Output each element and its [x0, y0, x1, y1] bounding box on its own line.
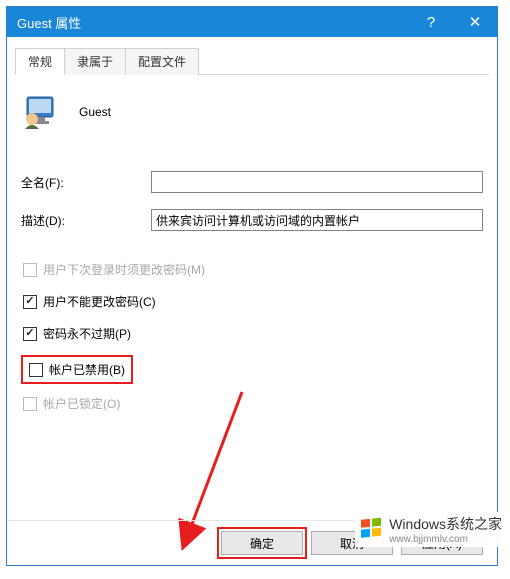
description-row: 描述(D):: [21, 209, 483, 231]
check-password-never-expires[interactable]: 密码永不过期(P): [21, 323, 483, 344]
user-name-label: Guest: [79, 105, 111, 119]
watermark-url: www.bjjmmlv.com: [389, 534, 502, 545]
properties-dialog: Guest 属性 ? ✕ 常规 隶属于 配置文件 Guest 全名(F):: [6, 6, 498, 566]
check-label: 帐户已锁定(O): [43, 395, 120, 412]
help-button[interactable]: ?: [409, 7, 453, 37]
check-label: 用户不能更改密码(C): [43, 293, 156, 310]
check-account-disabled-highlight: 帐户已禁用(B): [21, 355, 133, 384]
description-label: 描述(D):: [21, 212, 151, 229]
checkbox-icon: [23, 397, 37, 411]
watermark: Windows系统之家 www.bjjmmlv.com: [355, 512, 506, 547]
user-icon: [21, 93, 59, 131]
fullname-row: 全名(F):: [21, 171, 483, 193]
description-input[interactable]: [151, 209, 483, 231]
checkbox-icon: [23, 263, 37, 277]
fullname-input[interactable]: [151, 171, 483, 193]
check-account-locked: 帐户已锁定(O): [21, 393, 483, 414]
checkbox-group: 用户下次登录时须更改密码(M) 用户不能更改密码(C) 密码永不过期(P) 帐户…: [21, 259, 483, 414]
user-header: Guest: [21, 93, 483, 131]
tab-general[interactable]: 常规: [15, 48, 65, 75]
fullname-label: 全名(F):: [21, 174, 151, 191]
ok-button[interactable]: 确定: [221, 531, 303, 555]
check-label: 密码永不过期(P): [43, 325, 131, 342]
checkbox-icon: [23, 295, 37, 309]
tab-member-of[interactable]: 隶属于: [64, 48, 126, 75]
check-must-change-password: 用户下次登录时须更改密码(M): [21, 259, 483, 280]
checkbox-icon[interactable]: [29, 363, 43, 377]
close-button[interactable]: ✕: [453, 7, 497, 37]
check-label[interactable]: 帐户已禁用(B): [49, 361, 125, 378]
windows-logo-icon: [359, 517, 385, 543]
checkbox-icon: [23, 327, 37, 341]
tab-content: Guest 全名(F): 描述(D): 用户下次登录时须更改密码(M) 用户不能…: [7, 75, 497, 414]
window-title: Guest 属性: [17, 13, 409, 32]
check-cannot-change-password[interactable]: 用户不能更改密码(C): [21, 291, 483, 312]
watermark-text: Windows系统之家 www.bjjmmlv.com: [389, 514, 502, 545]
check-label: 用户下次登录时须更改密码(M): [43, 261, 205, 278]
titlebar: Guest 属性 ? ✕: [7, 7, 497, 37]
watermark-title: Windows系统之家: [389, 514, 502, 534]
tab-profile[interactable]: 配置文件: [125, 48, 199, 75]
tab-strip: 常规 隶属于 配置文件: [15, 47, 489, 75]
